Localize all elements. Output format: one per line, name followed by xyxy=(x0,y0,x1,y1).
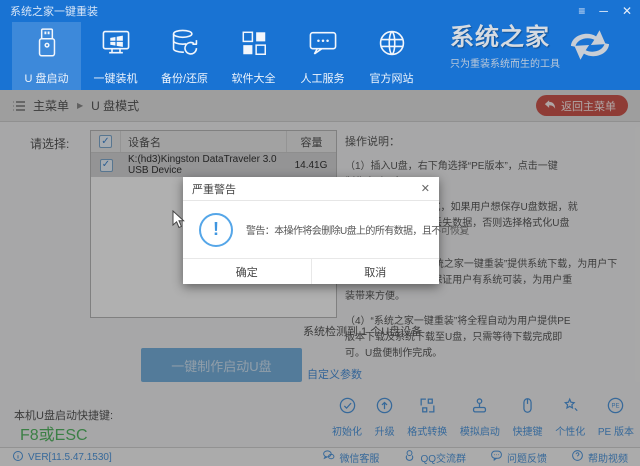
nav-label: 官方网站 xyxy=(370,70,414,86)
mouse-cursor xyxy=(172,210,186,235)
usb-drive-icon xyxy=(32,27,62,64)
dialog-body: ! 警告：本操作将会删除U盘上的所有数据，且不可恢复 xyxy=(183,201,439,258)
window-title: 系统之家一键重装 xyxy=(10,3,98,19)
swirl-arrows-icon xyxy=(564,25,616,70)
globe-icon xyxy=(376,27,408,64)
apps-grid-icon xyxy=(239,27,269,64)
menu-icon[interactable]: ≡ xyxy=(578,0,585,22)
dialog-titlebar: 严重警告 ✕ xyxy=(183,177,439,201)
dialog-footer: 确定 取消 xyxy=(183,258,439,284)
nav-label: 人工服务 xyxy=(301,70,345,86)
dialog-message: 警告：本操作将会删除U盘上的所有数据，且不可恢复 xyxy=(246,222,469,237)
nav-item-official-site[interactable]: 官方网站 xyxy=(357,22,426,90)
chat-service-icon xyxy=(307,27,339,64)
titlebar: 系统之家一键重装 ≡ ─ ✕ xyxy=(0,0,640,22)
dialog-close-icon[interactable]: ✕ xyxy=(421,182,430,195)
brand-logo: 系统之家 只为重装系统而生的工具 xyxy=(450,24,630,70)
monitor-windows-icon xyxy=(100,27,132,64)
nav-item-human-service[interactable]: 人工服务 xyxy=(288,22,357,90)
warning-dialog: 严重警告 ✕ ! 警告：本操作将会删除U盘上的所有数据，且不可恢复 确定 取消 xyxy=(183,177,439,284)
database-restore-icon xyxy=(169,27,201,64)
minimize-icon[interactable]: ─ xyxy=(599,0,608,22)
nav-label: 备份/还原 xyxy=(161,70,208,86)
nav-item-usb-boot[interactable]: U 盘启动 xyxy=(12,22,81,90)
nav-label: 软件大全 xyxy=(232,70,276,86)
warning-exclamation-icon: ! xyxy=(199,213,233,247)
nav-item-one-click-install[interactable]: 一键装机 xyxy=(81,22,150,90)
close-icon[interactable]: ✕ xyxy=(622,0,632,22)
brand-tagline: 只为重装系统而生的工具 xyxy=(450,55,560,70)
brand-name: 系统之家 xyxy=(450,24,560,52)
nav-label: 一键装机 xyxy=(94,70,138,86)
nav-item-backup-restore[interactable]: 备份/还原 xyxy=(150,22,219,90)
dialog-title: 严重警告 xyxy=(192,181,236,197)
cancel-button[interactable]: 取消 xyxy=(312,259,440,284)
confirm-button[interactable]: 确定 xyxy=(183,259,312,284)
nav-label: U 盘启动 xyxy=(25,70,69,86)
nav-item-software-center[interactable]: 软件大全 xyxy=(219,22,288,90)
content-area: 主菜单 ▶ U 盘模式 返回主菜单 请选择: ✓ 设备名 容量 xyxy=(0,90,640,466)
app-window: 系统之家一键重装 ≡ ─ ✕ U 盘启动 xyxy=(0,0,640,466)
